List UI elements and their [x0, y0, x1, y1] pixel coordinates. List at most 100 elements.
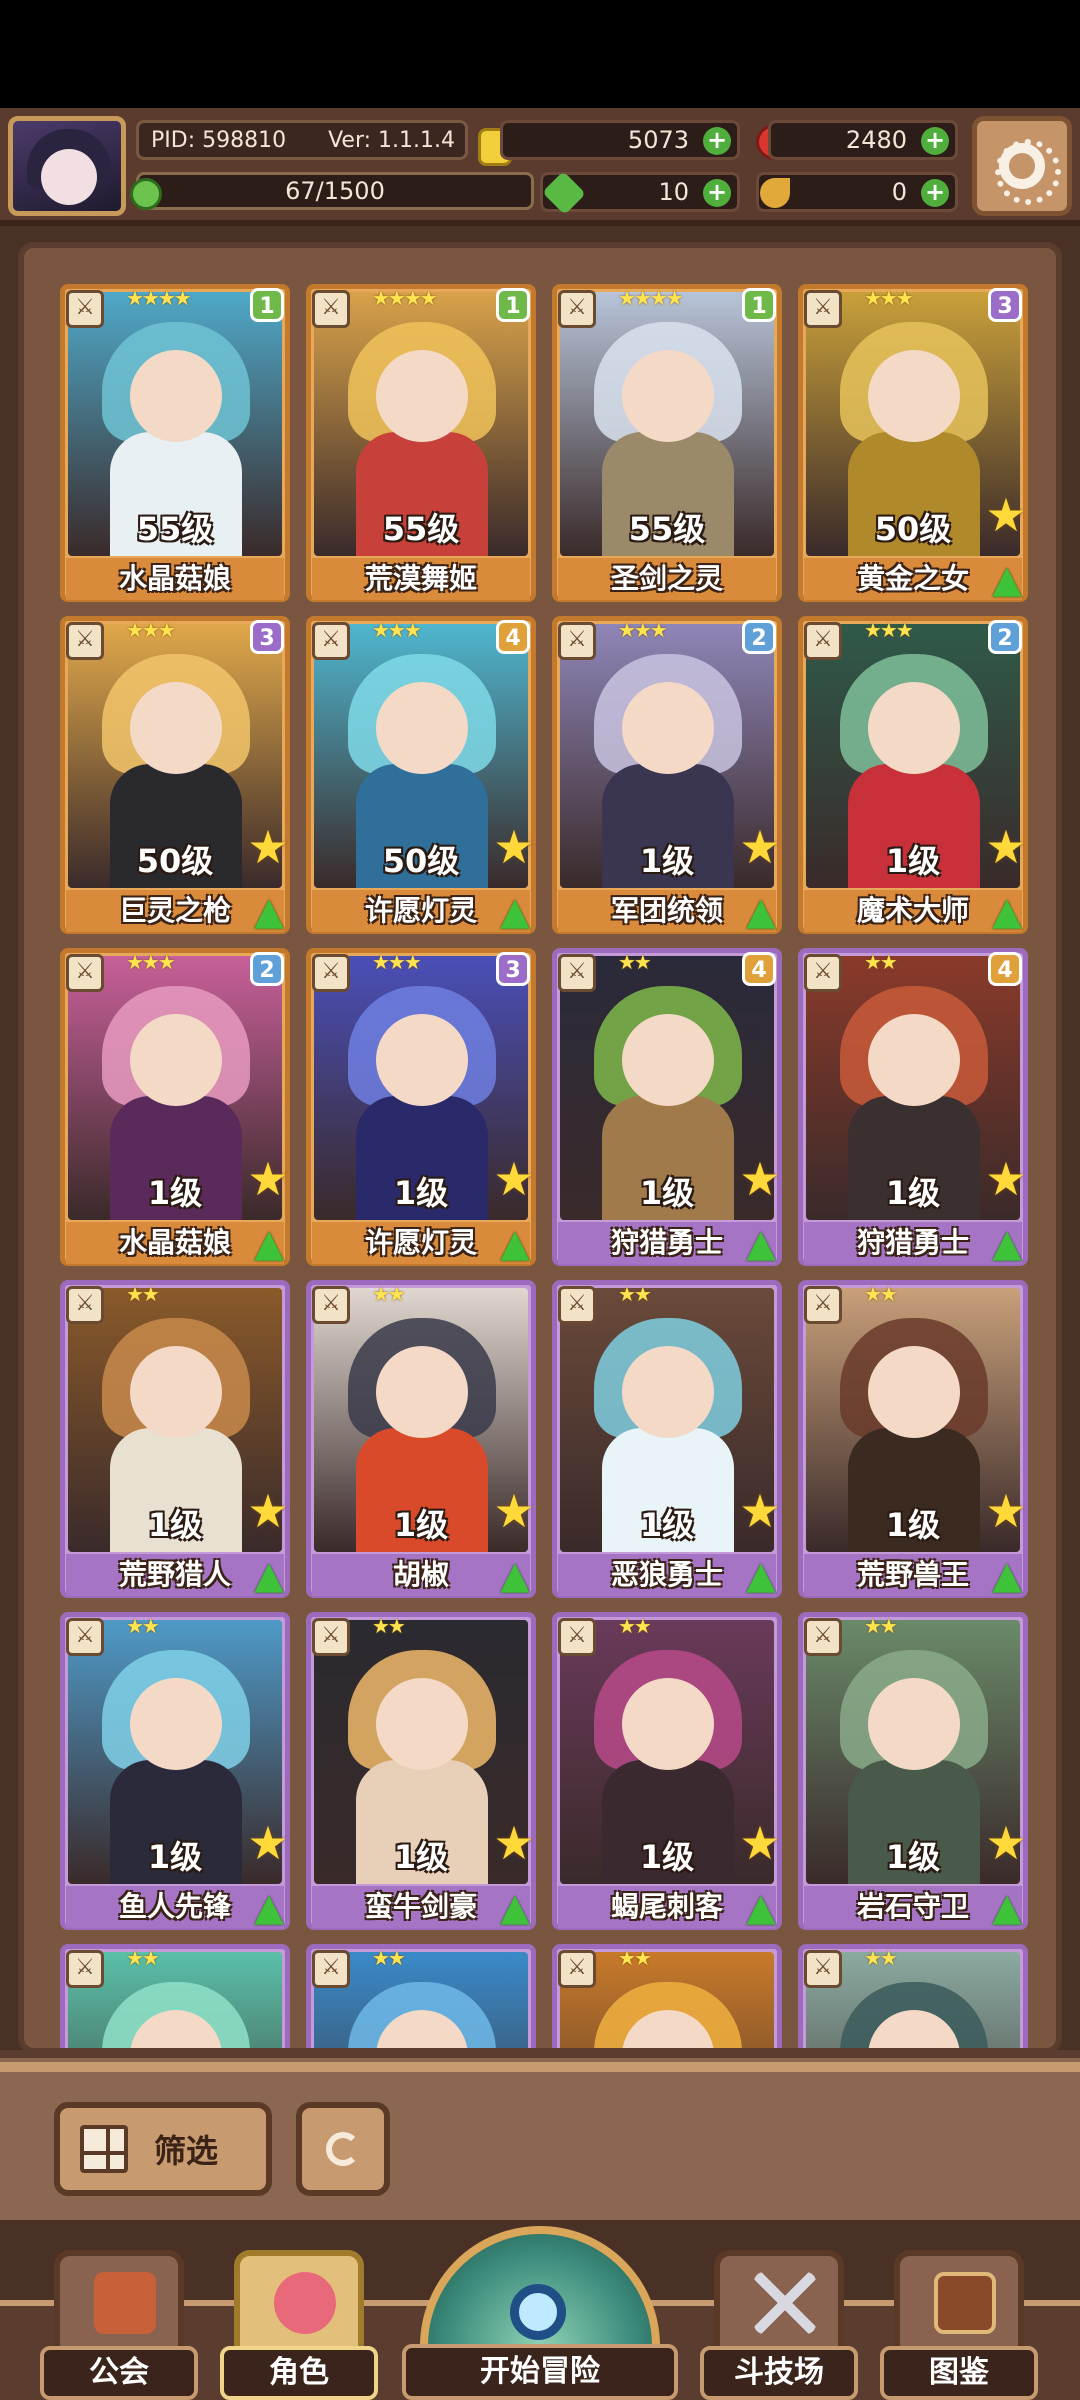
star-up-button[interactable]: ★: [736, 1156, 784, 1202]
character-card[interactable]: ⚔ ★★★★ 1 55级 荒漠舞姬: [306, 284, 536, 602]
settings-button[interactable]: [972, 116, 1072, 216]
character-card[interactable]: ⚔ ★★★ 2 1级 军团统领 ★ ▲: [552, 616, 782, 934]
character-card[interactable]: ⚔ ★★★ 3 50级 黄金之女 ★ ▲: [798, 284, 1028, 602]
character-card[interactable]: ⚔ ★★: [306, 1944, 536, 2048]
level-up-arrow-icon[interactable]: ▲: [984, 1552, 1030, 1598]
character-card[interactable]: ⚔ ★★ 1级 荒野兽王 ★ ▲: [798, 1280, 1028, 1598]
character-card[interactable]: ⚔ ★★ 1级 胡椒 ★ ▲: [306, 1280, 536, 1598]
nav-adventure-label: 开始冒险: [402, 2344, 678, 2400]
rarity-stars: ★★: [864, 1946, 898, 1970]
nav-codex[interactable]: 图鉴: [880, 2250, 1038, 2400]
star-up-button[interactable]: ★: [490, 1820, 538, 1866]
level-up-arrow-icon[interactable]: ▲: [492, 1220, 538, 1266]
star-up-button[interactable]: ★: [982, 1820, 1030, 1866]
character-card[interactable]: ⚔ ★★ 4 1级 狩猎勇士 ★ ▲: [552, 948, 782, 1266]
class-badge: 2: [250, 952, 284, 986]
weapon-type-icon: ⚔: [558, 1618, 596, 1656]
star-up-button[interactable]: ★: [244, 1488, 292, 1534]
character-card[interactable]: ⚔ ★★: [552, 1944, 782, 2048]
character-card[interactable]: ⚔ ★★: [60, 1944, 290, 2048]
level-up-arrow-icon[interactable]: ▲: [738, 1220, 784, 1266]
character-face-icon: [274, 2272, 336, 2334]
character-card[interactable]: ⚔ ★★ 1级 蝎尾刺客 ★ ▲: [552, 1612, 782, 1930]
level-up-arrow-icon[interactable]: ▲: [246, 1552, 292, 1598]
level-up-arrow-icon[interactable]: ▲: [984, 1884, 1030, 1930]
level-up-arrow-icon[interactable]: ▲: [738, 1884, 784, 1930]
star-up-button[interactable]: ★: [244, 1820, 292, 1866]
weapon-type-icon: ⚔: [66, 622, 104, 660]
rarity-stars: ★★: [372, 1614, 406, 1638]
book-icon: [934, 2272, 996, 2334]
level-up-arrow-icon[interactable]: ▲: [492, 1552, 538, 1598]
character-grid-frame: ⚔ ★★★★ 1 55级 水晶菇娘 ⚔ ★★★★ 1 55级 荒漠舞姬 ⚔ ★★★★ 1 55级 圣剑之灵 ⚔…: [0, 226, 1080, 2054]
weapon-type-icon: ⚔: [558, 954, 596, 992]
star-up-button[interactable]: ★: [244, 824, 292, 870]
star-up-button[interactable]: ★: [736, 824, 784, 870]
character-card[interactable]: ⚔ ★★ 1级 荒野猎人 ★ ▲: [60, 1280, 290, 1598]
rarity-stars: ★★: [372, 1946, 406, 1970]
star-up-button[interactable]: ★: [982, 492, 1030, 538]
character-card[interactable]: ⚔ ★★★★ 1 55级 水晶菇娘: [60, 284, 290, 602]
add-clover-button[interactable]: +: [703, 179, 731, 207]
star-up-button[interactable]: ★: [736, 1820, 784, 1866]
level-up-arrow-icon[interactable]: ▲: [738, 888, 784, 934]
add-gem-button[interactable]: +: [921, 127, 949, 155]
reset-filter-button[interactable]: [296, 2102, 390, 2196]
star-up-button[interactable]: ★: [982, 1488, 1030, 1534]
portrait-face: [130, 1678, 222, 1770]
gear-icon: [995, 139, 1061, 205]
nav-arena[interactable]: 斗技场: [700, 2250, 858, 2400]
guild-house-icon: [94, 2272, 156, 2334]
character-grid[interactable]: ⚔ ★★★★ 1 55级 水晶菇娘 ⚔ ★★★★ 1 55级 荒漠舞姬 ⚔ ★★★★ 1 55级 圣剑之灵 ⚔…: [18, 242, 1062, 2054]
add-horn-button[interactable]: +: [921, 179, 949, 207]
level-up-arrow-icon[interactable]: ▲: [984, 556, 1030, 602]
character-card[interactable]: ⚔ ★★★ 3 50级 巨灵之枪 ★ ▲: [60, 616, 290, 934]
level-up-arrow-icon[interactable]: ▲: [492, 888, 538, 934]
weapon-type-icon: ⚔: [312, 1618, 350, 1656]
clover-amount: 10: [658, 178, 689, 206]
star-up-button[interactable]: ★: [244, 1156, 292, 1202]
stamina-bar: 67/1500: [136, 172, 534, 210]
level-up-arrow-icon[interactable]: ▲: [984, 888, 1030, 934]
character-level: 55级: [136, 510, 214, 548]
character-card[interactable]: ⚔ ★★★ 4 50级 许愿灯灵 ★ ▲: [306, 616, 536, 934]
level-up-arrow-icon[interactable]: ▲: [738, 1552, 784, 1598]
gold-amount: 5073: [627, 126, 689, 154]
character-card[interactable]: ⚔ ★★: [798, 1944, 1028, 2048]
star-up-button[interactable]: ★: [736, 1488, 784, 1534]
rarity-stars: ★★★: [864, 618, 914, 642]
character-card[interactable]: ⚔ ★★★ 2 1级 魔术大师 ★ ▲: [798, 616, 1028, 934]
gold-panel: 5073 +: [500, 120, 740, 160]
level-up-arrow-icon[interactable]: ▲: [246, 888, 292, 934]
character-card[interactable]: ⚔ ★★ 1级 岩石守卫 ★ ▲: [798, 1612, 1028, 1930]
start-adventure-button[interactable]: 开始冒险: [402, 2226, 678, 2400]
character-card[interactable]: ⚔ ★★★ 3 1级 许愿灯灵 ★ ▲: [306, 948, 536, 1266]
rarity-stars: ★★: [864, 950, 898, 974]
nav-characters[interactable]: 角色: [220, 2250, 378, 2400]
class-badge: 3: [496, 952, 530, 986]
character-card[interactable]: ⚔ ★★ 1级 鱼人先锋 ★ ▲: [60, 1612, 290, 1930]
character-card[interactable]: ⚔ ★★ 4 1级 狩猎勇士 ★ ▲: [798, 948, 1028, 1266]
star-up-button[interactable]: ★: [490, 1156, 538, 1202]
character-card[interactable]: ⚔ ★★ 1级 恶狼勇士 ★ ▲: [552, 1280, 782, 1598]
character-card[interactable]: ⚔ ★★★★ 1 55级 圣剑之灵: [552, 284, 782, 602]
filter-button[interactable]: 筛选: [54, 2102, 272, 2196]
star-up-button[interactable]: ★: [982, 824, 1030, 870]
rarity-stars: ★★: [126, 1614, 160, 1638]
character-card[interactable]: ⚔ ★★ 1级 蛮牛剑豪 ★ ▲: [306, 1612, 536, 1930]
player-info-panel: PID: 598810 Ver: 1.1.1.4: [136, 120, 468, 160]
level-up-arrow-icon[interactable]: ▲: [492, 1884, 538, 1930]
star-up-button[interactable]: ★: [490, 1488, 538, 1534]
top-hud: PID: 598810 Ver: 1.1.1.4 5073 + 2480 + 6…: [0, 108, 1080, 226]
star-up-button[interactable]: ★: [982, 1156, 1030, 1202]
level-up-arrow-icon[interactable]: ▲: [984, 1220, 1030, 1266]
star-up-button[interactable]: ★: [490, 824, 538, 870]
level-up-arrow-icon[interactable]: ▲: [246, 1220, 292, 1266]
level-up-arrow-icon[interactable]: ▲: [246, 1884, 292, 1930]
nav-guild[interactable]: 公会: [40, 2250, 198, 2400]
player-avatar[interactable]: [8, 116, 126, 216]
weapon-type-icon: ⚔: [804, 290, 842, 328]
character-card[interactable]: ⚔ ★★★ 2 1级 水晶菇娘 ★ ▲: [60, 948, 290, 1266]
horn-icon: [760, 178, 790, 208]
add-gold-button[interactable]: +: [703, 127, 731, 155]
